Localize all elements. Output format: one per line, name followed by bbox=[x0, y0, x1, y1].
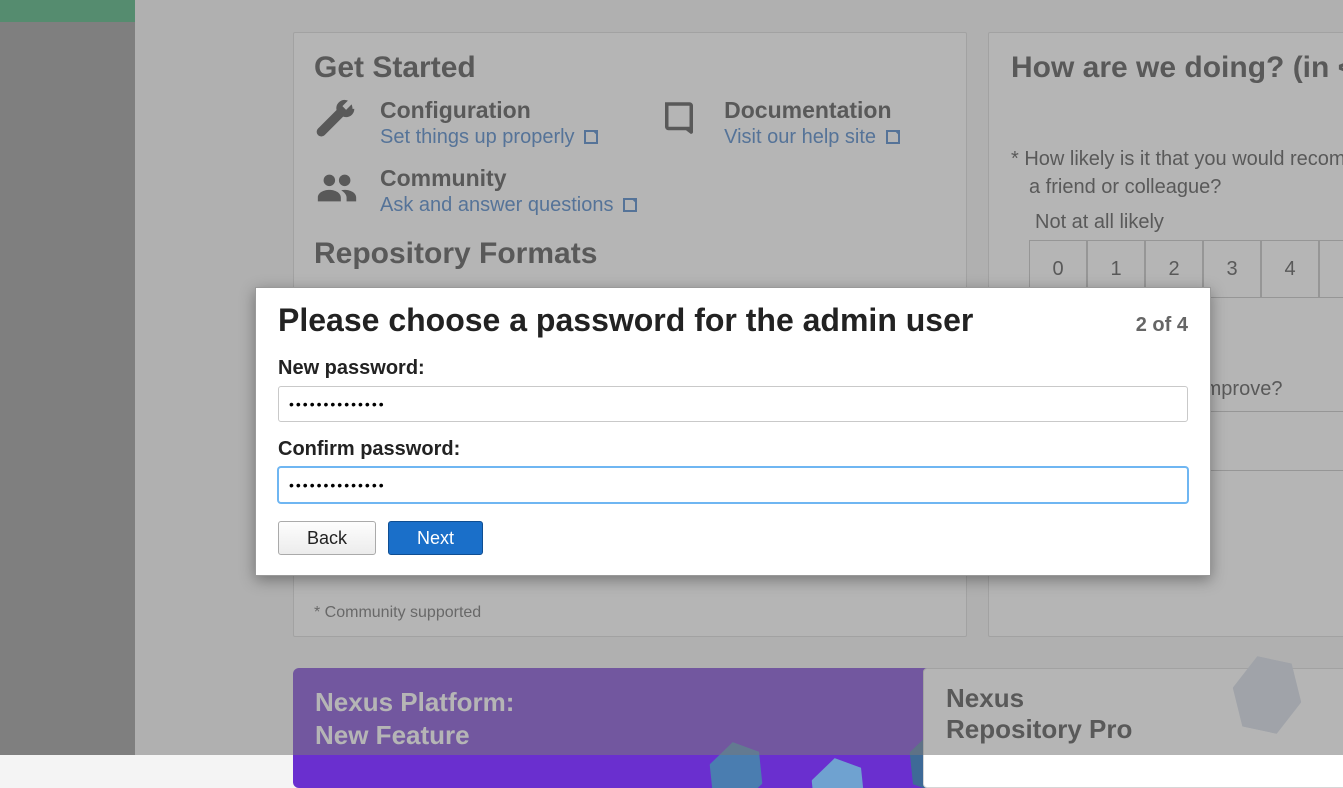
repo-formats-heading: Repository Formats bbox=[314, 237, 946, 271]
modal-step-indicator: 2 of 4 bbox=[1136, 314, 1188, 337]
community-title: Community bbox=[380, 165, 637, 192]
wrench-icon bbox=[314, 97, 364, 137]
new-password-input[interactable] bbox=[278, 386, 1188, 422]
active-tab-indicator bbox=[0, 0, 135, 22]
likert-low-label: Not at all likely bbox=[1035, 211, 1343, 234]
confirm-password-label: Confirm password: bbox=[278, 438, 1188, 461]
promo-purple-line2: New Feature bbox=[315, 720, 470, 750]
config-title: Configuration bbox=[380, 97, 598, 124]
get-started-docs: Documentation Visit our help site bbox=[658, 97, 900, 149]
likert-3[interactable]: 3 bbox=[1203, 240, 1261, 298]
promo-pro-line1: Nexus bbox=[946, 683, 1024, 713]
community-link[interactable]: Ask and answer questions bbox=[380, 194, 637, 216]
survey-heading: How are we doing? (in <20 seconds) bbox=[1011, 51, 1343, 85]
hex-decoration-icon bbox=[801, 750, 876, 788]
new-password-label: New password: bbox=[278, 357, 1188, 380]
promo-pro-line2: Repository Pro bbox=[946, 714, 1132, 744]
docs-link[interactable]: Visit our help site bbox=[724, 126, 900, 148]
next-button[interactable]: Next bbox=[388, 521, 483, 555]
back-button[interactable]: Back bbox=[278, 521, 376, 555]
nexus-pro-promo[interactable]: Nexus Repository Pro bbox=[923, 668, 1343, 788]
external-link-icon bbox=[623, 198, 637, 212]
external-link-icon bbox=[886, 130, 900, 144]
book-icon bbox=[658, 97, 708, 137]
users-icon bbox=[314, 165, 364, 205]
docs-title: Documentation bbox=[724, 97, 900, 124]
community-supported-note: * Community supported bbox=[314, 604, 481, 622]
left-sidebar bbox=[0, 0, 135, 755]
external-link-icon bbox=[584, 130, 598, 144]
likert-5[interactable]: 5 bbox=[1319, 240, 1343, 298]
config-link[interactable]: Set things up properly bbox=[380, 126, 598, 148]
get-started-heading: Get Started bbox=[314, 51, 946, 85]
likert-4[interactable]: 4 bbox=[1261, 240, 1319, 298]
setup-wizard-modal: Please choose a password for the admin u… bbox=[255, 287, 1211, 576]
get-started-config: Configuration Set things up properly bbox=[314, 97, 598, 149]
get-started-community: Community Ask and answer questions bbox=[314, 165, 637, 217]
promo-purple-line1: Nexus Platform: bbox=[315, 687, 514, 717]
confirm-password-input[interactable] bbox=[278, 467, 1188, 503]
nexus-platform-promo[interactable]: ✕ Nexus Platform: New Feature bbox=[293, 668, 1024, 788]
modal-title: Please choose a password for the admin u… bbox=[278, 302, 973, 339]
survey-question-1: How likely is it that you would recommen… bbox=[1029, 145, 1343, 201]
